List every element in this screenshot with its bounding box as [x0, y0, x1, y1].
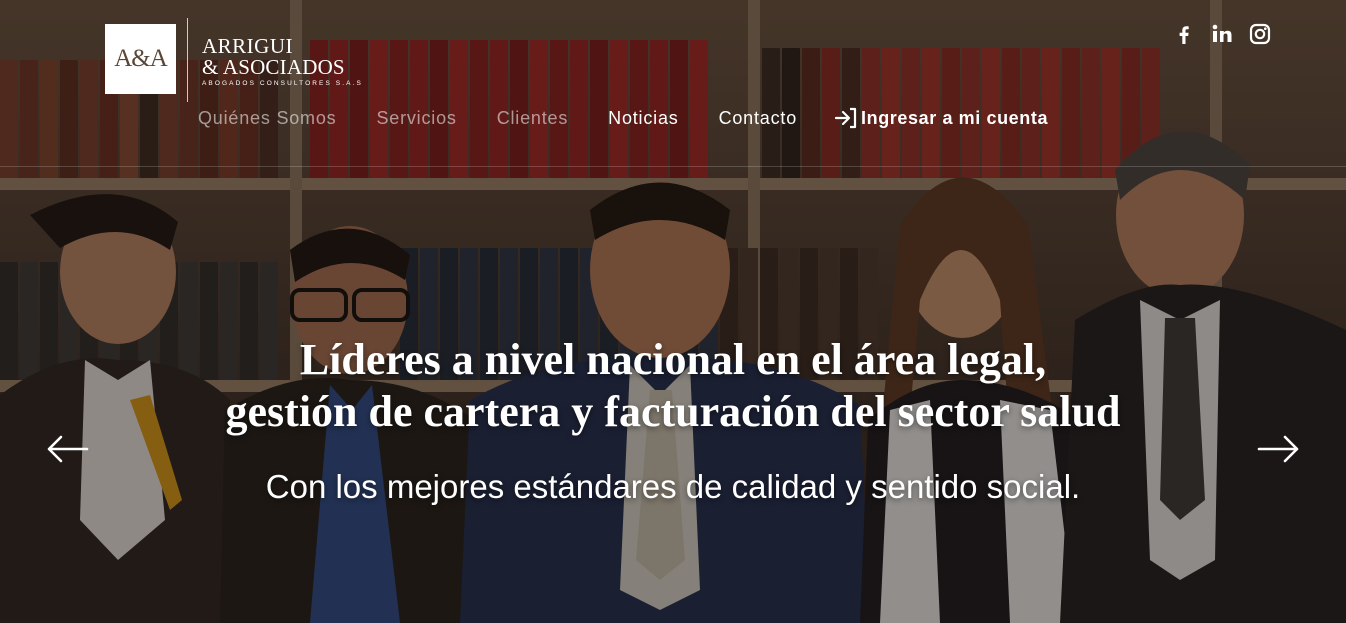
- brand-name-line2: & ASOCIADOS: [202, 55, 345, 79]
- hero-title-line1: Líderes a nivel nacional en el área lega…: [299, 335, 1047, 384]
- nav-item-contacto[interactable]: Contacto: [719, 108, 797, 129]
- instagram-icon[interactable]: [1248, 22, 1272, 46]
- logo-mark: A&A: [114, 45, 168, 72]
- header-divider: [0, 166, 1346, 167]
- nav-item-noticias[interactable]: Noticias: [608, 108, 678, 129]
- carousel-prev-button[interactable]: [45, 432, 89, 466]
- arrow-left-icon: [47, 435, 89, 463]
- linkedin-icon[interactable]: [1210, 22, 1234, 46]
- social-links: [1172, 22, 1272, 46]
- arrow-right-icon: [1257, 435, 1299, 463]
- hero-background-image: [0, 0, 1346, 623]
- brand-name: ARRIGUI & ASOCIADOS ABOGADOS CONSULTORES…: [202, 34, 363, 88]
- login-label: Ingresar a mi cuenta: [861, 107, 1049, 128]
- carousel-next-button[interactable]: [1257, 432, 1301, 466]
- logo[interactable]: A&A: [105, 24, 176, 94]
- main-nav: Quiénes Somos Servicios Clientes Noticia…: [198, 105, 1048, 131]
- facebook-icon[interactable]: [1172, 22, 1196, 46]
- hero-dark-overlay: [0, 0, 1346, 623]
- login-link[interactable]: Ingresar a mi cuenta: [833, 107, 1048, 129]
- brand-name-line1: ARRIGUI: [202, 34, 293, 58]
- hero-subtitle: Con los mejores estándares de calidad y …: [265, 468, 1081, 505]
- brand-tagline: ABOGADOS CONSULTORES S.A.S: [202, 80, 363, 87]
- hero-title-line2: gestión de cartera y facturación del sec…: [225, 387, 1121, 436]
- logo-divider: [187, 18, 188, 102]
- nav-item-servicios[interactable]: Servicios: [376, 108, 456, 129]
- nav-item-clientes[interactable]: Clientes: [497, 108, 568, 129]
- hero-title: Líderes a nivel nacional en el área lega…: [0, 334, 1346, 438]
- nav-item-quienes-somos[interactable]: Quiénes Somos: [198, 108, 336, 129]
- sign-in-icon: [834, 107, 857, 129]
